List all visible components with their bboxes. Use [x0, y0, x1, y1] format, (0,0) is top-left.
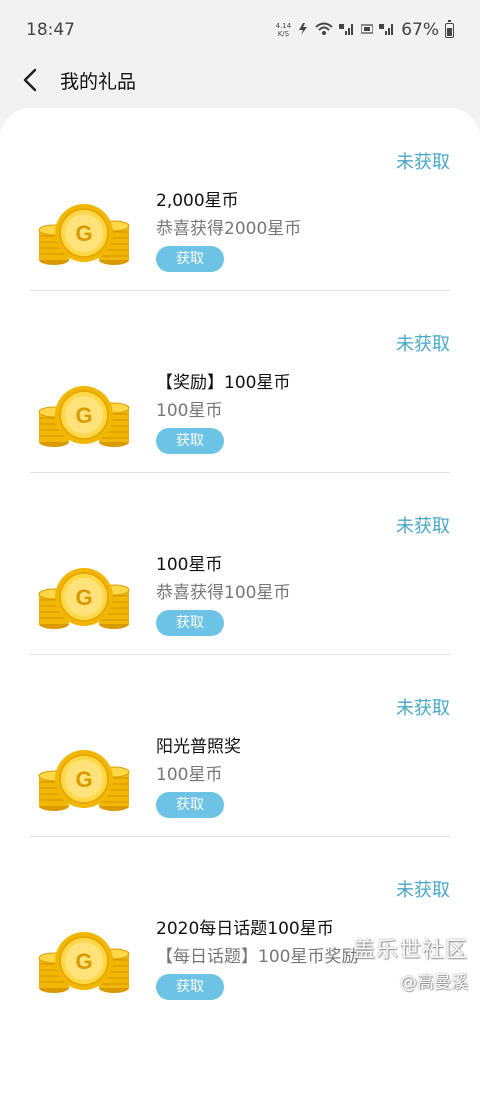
coin-stack-icon [38, 931, 130, 994]
gift-item: 未获取 【奖励】100星币 100星币 获取 [30, 290, 450, 473]
status-time: 18:47 [26, 20, 75, 40]
gift-item: 未获取 2020每日话题100星币 【每日话题】100星币奖励 获取 [30, 836, 450, 1018]
claim-button[interactable]: 获取 [156, 428, 224, 454]
coin-stack-icon [38, 567, 130, 630]
gift-description: 100星币 [156, 401, 223, 421]
gift-title: 2,000星币 [156, 191, 239, 211]
page-title: 我的礼品 [60, 70, 137, 93]
status-icons: 4.14 K/S 67% [275, 19, 454, 40]
coin-stack-icon [38, 203, 130, 266]
gift-description: 恭喜获得2000星币 [156, 219, 302, 239]
gift-status: 未获取 [396, 698, 450, 719]
gift-status: 未获取 [396, 152, 450, 173]
gift-title: 【奖励】100星币 [156, 373, 291, 393]
gift-status: 未获取 [396, 880, 450, 901]
claim-button[interactable]: 获取 [156, 246, 224, 272]
claim-button[interactable]: 获取 [156, 610, 224, 636]
gift-list: 未获取 2,000星币 恭喜获得2000星币 获取 未获取 【奖励】100星币 … [0, 108, 480, 1108]
battery-percent: 67% [401, 20, 439, 40]
data-transfer-icon [297, 22, 309, 38]
back-arrow-icon [23, 68, 37, 92]
gift-item: 未获取 100星币 恭喜获得100星币 获取 [30, 472, 450, 655]
gift-status: 未获取 [396, 516, 450, 537]
hd-icon [360, 22, 374, 38]
gift-title: 阳光普照奖 [156, 737, 241, 757]
claim-button[interactable]: 获取 [156, 974, 224, 1000]
gift-item: 未获取 2,000星币 恭喜获得2000星币 获取 [30, 108, 450, 291]
gift-status: 未获取 [396, 334, 450, 355]
status-bar: 18:47 4.14 K/S 67% [0, 0, 480, 60]
battery-icon [445, 19, 454, 38]
gift-item: 未获取 阳光普照奖 100星币 获取 [30, 654, 450, 837]
gift-title: 2020每日话题100星币 [156, 919, 334, 939]
gift-description: 恭喜获得100星币 [156, 583, 291, 603]
gift-description: 【每日话题】100星币奖励 [156, 947, 359, 967]
header: 我的礼品 [0, 60, 480, 100]
signal-4g-icon [339, 22, 355, 38]
signal-4g-icon-2 [379, 22, 395, 38]
claim-button[interactable]: 获取 [156, 792, 224, 818]
gift-description: 100星币 [156, 765, 223, 785]
coin-stack-icon [38, 385, 130, 448]
gift-title: 100星币 [156, 555, 223, 575]
wifi-icon [315, 22, 333, 38]
coin-stack-icon [38, 749, 130, 812]
back-button[interactable] [0, 60, 60, 100]
network-speed: 4.14 K/S [275, 22, 292, 38]
